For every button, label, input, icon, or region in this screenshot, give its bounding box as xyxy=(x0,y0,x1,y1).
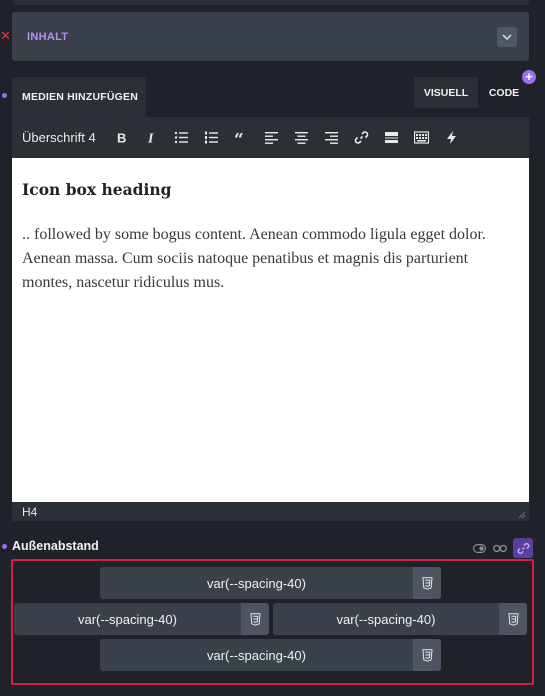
bold-icon[interactable]: B xyxy=(107,123,137,153)
element-path[interactable]: H4 xyxy=(22,505,37,519)
editor-statusbar: H4 xyxy=(12,502,529,521)
numbered-list-icon[interactable] xyxy=(197,123,227,153)
align-right-icon[interactable] xyxy=(317,123,347,153)
add-icon[interactable]: + xyxy=(522,70,536,84)
spacing-left-value[interactable]: var(--spacing-40) xyxy=(14,603,241,635)
spacing-control-box: var(--spacing-40) var(--spacing-40) var(… xyxy=(11,559,534,685)
spacing-right-field[interactable]: var(--spacing-40) xyxy=(273,603,527,635)
spacing-bottom-value[interactable]: var(--spacing-40) xyxy=(100,639,413,671)
tab-code[interactable]: CODE xyxy=(480,77,528,108)
spacing-top-value[interactable]: var(--spacing-40) xyxy=(100,567,413,599)
align-left-icon[interactable] xyxy=(257,123,287,153)
lightning-icon[interactable] xyxy=(437,123,467,153)
add-media-button[interactable]: MEDIEN HINZUFÜGEN xyxy=(12,77,146,117)
css3-icon[interactable] xyxy=(413,639,441,671)
chevron-down-icon[interactable] xyxy=(497,26,517,47)
format-select[interactable]: Überschrift 4 xyxy=(22,130,96,145)
spacing-label: Außenabstand xyxy=(12,539,99,553)
previous-panel-edge xyxy=(13,0,529,5)
read-more-icon[interactable] xyxy=(377,123,407,153)
blockquote-icon[interactable]: “ xyxy=(227,123,257,153)
section-title: INHALT xyxy=(27,30,69,43)
bullet-list-icon[interactable] xyxy=(167,123,197,153)
content-paragraph[interactable]: .. followed by some bogus content. Aenea… xyxy=(22,223,519,295)
field-indicator-dot xyxy=(2,93,7,98)
close-icon[interactable]: ✕ xyxy=(0,28,11,44)
link-icon[interactable] xyxy=(347,123,377,153)
resize-handle-icon[interactable] xyxy=(518,511,526,519)
tab-visual[interactable]: VISUELL xyxy=(414,77,478,108)
css3-icon[interactable] xyxy=(499,603,527,635)
toggle-icon[interactable] xyxy=(471,540,487,556)
spacing-bottom-field[interactable]: var(--spacing-40) xyxy=(100,639,441,671)
field-indicator-dot xyxy=(2,544,7,549)
spacing-tools xyxy=(471,538,533,558)
svg-text:“: “ xyxy=(234,130,244,145)
content-section-header[interactable]: INHALT xyxy=(12,12,529,61)
svg-text:B: B xyxy=(117,131,126,146)
toolbar-toggle-icon[interactable] xyxy=(407,123,437,153)
editor-content-area[interactable]: Icon box heading .. followed by some bog… xyxy=(12,158,529,502)
italic-icon[interactable]: I xyxy=(137,123,167,153)
svg-text:I: I xyxy=(147,132,154,146)
spacing-top-field[interactable]: var(--spacing-40) xyxy=(100,567,441,599)
spacing-right-value[interactable]: var(--spacing-40) xyxy=(273,603,499,635)
editor-toolbar: Überschrift 4 B I “ xyxy=(12,117,529,158)
css3-icon[interactable] xyxy=(241,603,269,635)
align-center-icon[interactable] xyxy=(287,123,317,153)
css3-icon[interactable] xyxy=(413,567,441,599)
unlink-icon[interactable] xyxy=(492,540,508,556)
spacing-left-field[interactable]: var(--spacing-40) xyxy=(14,603,269,635)
content-heading[interactable]: Icon box heading xyxy=(22,180,519,199)
link-values-icon[interactable] xyxy=(513,538,533,558)
